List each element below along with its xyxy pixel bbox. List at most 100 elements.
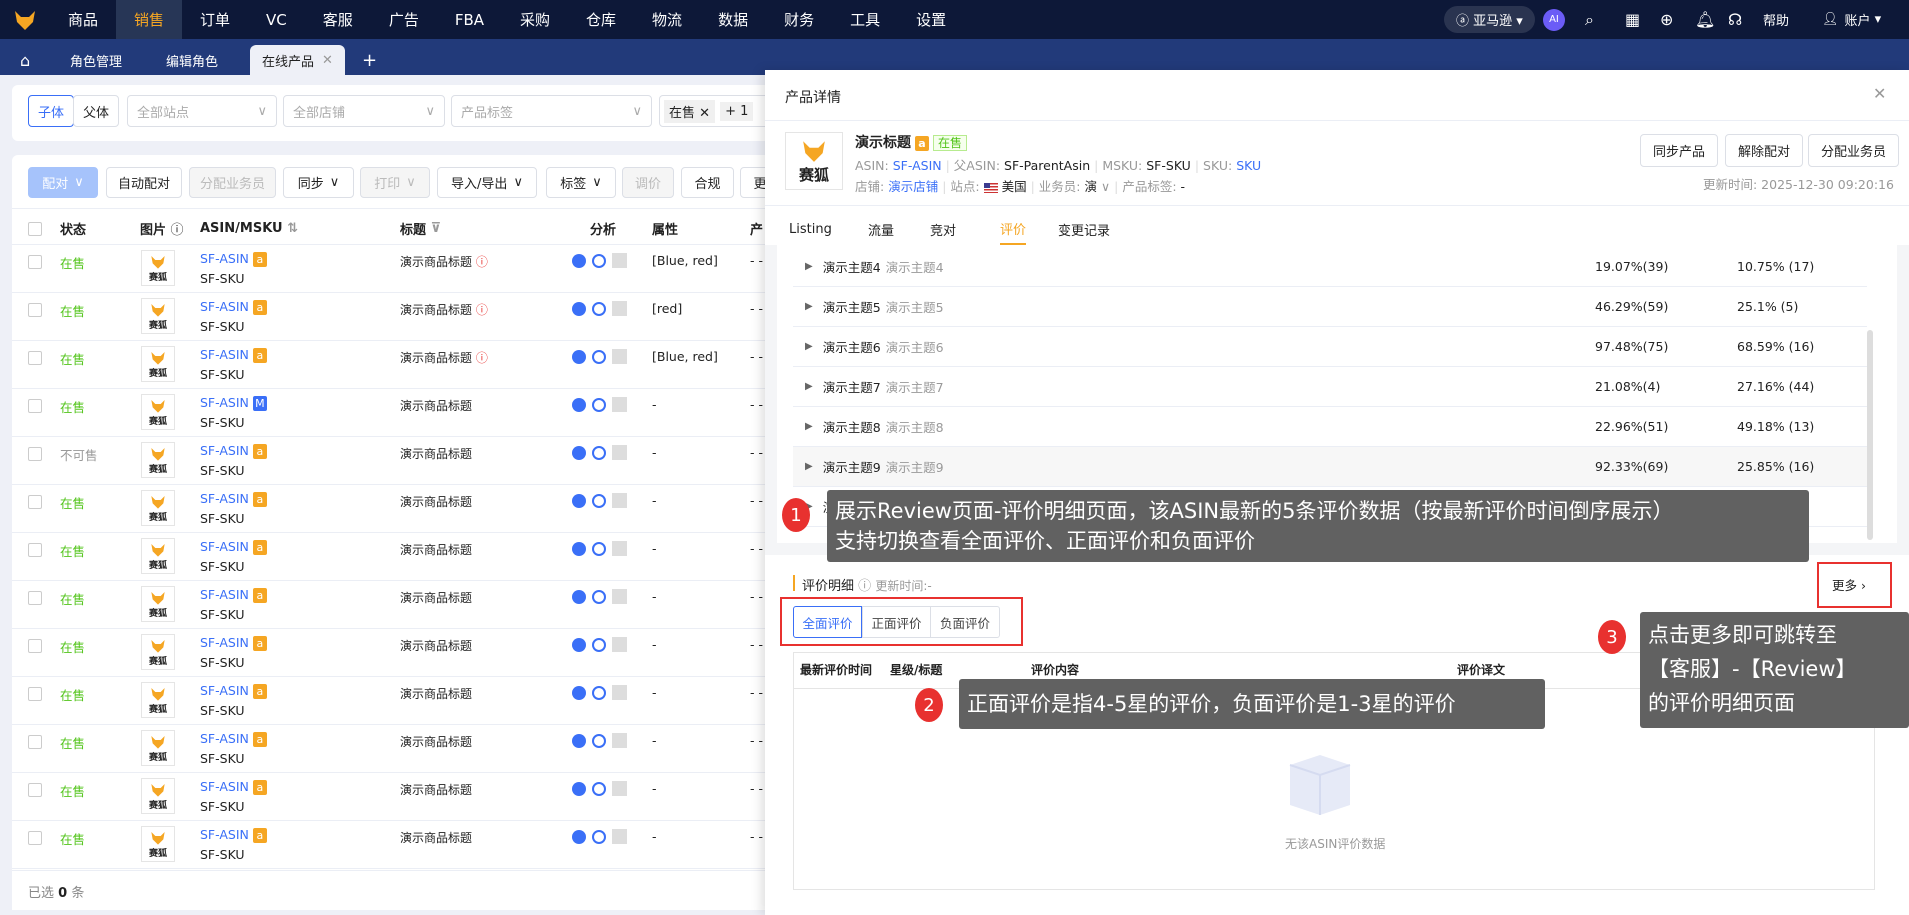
row-checkbox[interactable] [28, 783, 42, 797]
pie-chart-icon[interactable] [572, 349, 586, 364]
trend-chart-icon[interactable] [612, 445, 627, 460]
asin-link[interactable]: SF-ASIN [200, 347, 249, 362]
shop-select[interactable]: 全部店铺 ∨ [283, 95, 445, 127]
nav-item[interactable]: 广告 [371, 0, 437, 39]
toolbar-button[interactable]: 分配业务员 [189, 167, 276, 198]
expand-caret-icon[interactable]: ▶ [805, 461, 813, 472]
ai-button[interactable]: AI [1543, 0, 1565, 39]
pie-chart-icon[interactable] [572, 253, 586, 268]
row-checkbox[interactable] [28, 303, 42, 317]
close-icon[interactable]: ✕ [1873, 84, 1886, 103]
nav-item[interactable]: 销售 [116, 0, 183, 39]
table-row[interactable]: 在售 赛狐 SF-ASIN a SF-SKU 演示商品标题 - - - [12, 581, 765, 629]
table-row[interactable]: 不可售 赛狐 SF-ASIN a SF-SKU 演示商品标题 - - - [12, 437, 765, 485]
header-asin[interactable]: ASIN/MSKU ⇅ [200, 213, 298, 244]
asin-link[interactable]: SF-ASIN [200, 539, 249, 554]
asin-link[interactable]: SF-ASIN [200, 827, 249, 842]
remove-chip-icon[interactable]: ✕ [699, 106, 710, 121]
detail-tab[interactable]: 评价 [1000, 213, 1027, 245]
radar-icon[interactable] [592, 301, 606, 316]
shop-link[interactable]: 演示店铺 [888, 179, 938, 194]
nav-item[interactable]: 订单 [182, 0, 248, 39]
nav-item[interactable]: 工具 [832, 0, 898, 39]
home-icon[interactable]: ⌂ [20, 45, 30, 75]
nav-item[interactable]: 财务 [766, 0, 832, 39]
radar-icon[interactable] [592, 781, 606, 796]
search-icon[interactable]: ⌕ [1585, 0, 1594, 39]
row-checkbox[interactable] [28, 591, 42, 605]
asin-link[interactable]: SF-ASIN [200, 683, 249, 698]
expand-caret-icon[interactable]: ▶ [805, 341, 813, 352]
status-select[interactable]: 在售 ✕ + 1 [659, 95, 779, 127]
trend-chart-icon[interactable] [612, 493, 627, 508]
trend-chart-icon[interactable] [612, 589, 627, 604]
asin-link[interactable]: SF-ASIN [200, 251, 249, 266]
account-menu[interactable]: 👤︎ 账户 ▾ [1822, 0, 1881, 39]
asin-link[interactable]: SF-ASIN [200, 587, 249, 602]
warning-icon[interactable]: ⓘ [476, 255, 488, 269]
detail-tab[interactable]: Listing [789, 213, 832, 245]
tab-edit-role[interactable]: 编辑角色 [166, 45, 218, 75]
table-row[interactable]: 在售 赛狐 SF-ASIN a SF-SKU 演示商品标题 - - - [12, 533, 765, 581]
asin-link[interactable]: SF-ASIN [200, 731, 249, 746]
help-link[interactable]: 帮助 [1763, 0, 1789, 39]
table-row[interactable]: 在售 赛狐 SF-ASIN a SF-SKU 演示商品标题 ⓘ [red] - - [12, 293, 765, 341]
pie-chart-icon[interactable] [572, 493, 586, 508]
theme-row[interactable]: ▶ 演示主题5 演示主题5 46.29%(59) 25.1% (5) [793, 287, 1867, 327]
table-row[interactable]: 在售 赛狐 SF-ASIN a SF-SKU 演示商品标题 - - - [12, 485, 765, 533]
nav-item[interactable]: 物流 [634, 0, 700, 39]
trend-chart-icon[interactable] [612, 397, 627, 412]
tag-select[interactable]: 产品标签 ∨ [451, 95, 652, 127]
pie-chart-icon[interactable] [572, 397, 586, 412]
asin-link[interactable]: SF-ASIN [200, 395, 249, 410]
pie-chart-icon[interactable] [572, 541, 586, 556]
toolbar-button[interactable]: 同步 ∨ [283, 167, 354, 198]
child-toggle[interactable]: 子体 [28, 95, 74, 127]
unpair-button[interactable]: 解除配对 [1725, 134, 1804, 167]
segment-all-reviews[interactable]: 全面评价 [793, 606, 862, 638]
radar-icon[interactable] [592, 637, 606, 652]
help-icon[interactable]: ⓘ [858, 579, 871, 594]
radar-icon[interactable] [592, 445, 606, 460]
row-checkbox[interactable] [28, 543, 42, 557]
pie-chart-icon[interactable] [572, 445, 586, 460]
table-row[interactable]: 在售 赛狐 SF-ASIN a SF-SKU 演示商品标题 - - - [12, 725, 765, 773]
theme-row[interactable]: ▶ 演示主题9 演示主题9 92.33%(69) 25.85% (16) [793, 447, 1867, 487]
toolbar-button[interactable]: 合规 [681, 167, 734, 198]
logo-icon[interactable] [0, 0, 50, 39]
trend-chart-icon[interactable] [612, 541, 627, 556]
expand-caret-icon[interactable]: ▶ [805, 381, 813, 392]
marketplace-select[interactable]: ⓐ 亚马逊 ▾ [1444, 0, 1535, 39]
row-checkbox[interactable] [28, 495, 42, 509]
theme-row[interactable]: ▶ 演示主题6 演示主题6 97.48%(75) 68.59% (16) [793, 327, 1867, 367]
expand-caret-icon[interactable]: ▶ [805, 421, 813, 432]
pie-chart-icon[interactable] [572, 829, 586, 844]
asin-link[interactable]: SF-ASIN [200, 491, 249, 506]
close-tab-icon[interactable]: ✕ [322, 53, 333, 68]
asin-link[interactable]: SF-ASIN [200, 635, 249, 650]
row-checkbox[interactable] [28, 399, 42, 413]
seller-value[interactable]: 演 [1085, 179, 1098, 194]
toolbar-button[interactable]: 打印 ∨ [360, 167, 430, 198]
detail-tab[interactable]: 竞对 [930, 213, 956, 245]
pie-chart-icon[interactable] [572, 733, 586, 748]
nav-item[interactable]: 采购 [502, 0, 568, 39]
table-row[interactable]: 在售 赛狐 SF-ASIN a SF-SKU 演示商品标题 - - - [12, 773, 765, 821]
trend-chart-icon[interactable] [612, 685, 627, 700]
tab-role-management[interactable]: 角色管理 [70, 45, 122, 75]
parent-toggle[interactable]: 父体 [73, 95, 119, 127]
table-row[interactable]: 在售 赛狐 SF-ASIN a SF-SKU 演示商品标题 - - - [12, 821, 765, 869]
toolbar-button[interactable]: 调价 [622, 167, 674, 198]
radar-icon[interactable] [592, 685, 606, 700]
row-checkbox[interactable] [28, 735, 42, 749]
radar-icon[interactable] [592, 589, 606, 604]
nav-item[interactable]: 仓库 [568, 0, 634, 39]
radar-icon[interactable] [592, 829, 606, 844]
assign-seller-button[interactable]: 分配业务员 [1808, 134, 1900, 167]
table-row[interactable]: 在售 赛狐 SF-ASIN a SF-SKU 演示商品标题 - - - [12, 629, 765, 677]
trend-chart-icon[interactable] [612, 781, 627, 796]
nav-item[interactable]: 设置 [898, 0, 964, 39]
nav-item[interactable]: 客服 [305, 0, 371, 39]
table-row[interactable]: 在售 赛狐 SF-ASIN M SF-SKU 演示商品标题 - - - [12, 389, 765, 437]
asin-link[interactable]: SF-ASIN [893, 158, 942, 173]
